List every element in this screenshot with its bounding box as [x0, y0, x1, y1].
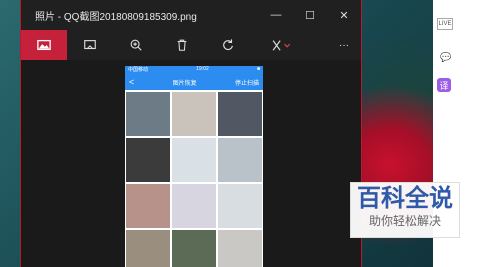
edit-icon: [272, 40, 291, 51]
phone-header: < 图片恢复 停止扫描: [125, 74, 263, 90]
status-battery: ■: [256, 66, 260, 72]
title-bar: 照片 - QQ截图20180809185309.png — ☐ ✕: [21, 0, 361, 30]
maximize-button[interactable]: ☐: [293, 0, 327, 30]
phone-header-action[interactable]: 停止扫描: [235, 78, 259, 87]
rotate-button[interactable]: [205, 30, 251, 60]
back-icon[interactable]: <: [129, 77, 134, 87]
photo-thumbnail[interactable]: [126, 230, 170, 267]
photo-thumbnail[interactable]: [218, 184, 262, 228]
delete-icon: [177, 39, 187, 51]
photo-thumbnail[interactable]: [172, 230, 216, 267]
slideshow-button[interactable]: [67, 30, 113, 60]
live-icon[interactable]: LIVE: [437, 18, 453, 30]
screenshot-phone: 中国移动 19:02 ■ < 图片恢复 停止扫描: [125, 66, 263, 267]
zoom-button[interactable]: [113, 30, 159, 60]
photo-thumbnail[interactable]: [218, 138, 262, 182]
photo-thumbnail[interactable]: [172, 138, 216, 182]
phone-status-bar: 中国移动 19:02 ■: [125, 66, 263, 74]
toolbar: ···: [21, 30, 361, 60]
delete-button[interactable]: [159, 30, 205, 60]
zoom-icon: [130, 39, 142, 51]
watermark: 百科全说 助你轻松解决: [350, 182, 460, 238]
image-viewer: 中国移动 19:02 ■ < 图片恢复 停止扫描: [21, 60, 361, 267]
translate-icon[interactable]: 译: [437, 78, 451, 92]
photo-thumbnail[interactable]: [126, 92, 170, 136]
slideshow-icon: [84, 40, 96, 50]
photo-thumbnail[interactable]: [126, 184, 170, 228]
edit-button[interactable]: [251, 30, 311, 60]
image-icon: [37, 39, 51, 51]
comment-icon[interactable]: 💬: [437, 48, 455, 66]
window-title: 照片 - QQ截图20180809185309.png: [35, 11, 197, 23]
minimize-button[interactable]: —: [259, 0, 293, 30]
phone-header-title: 图片恢复: [172, 80, 197, 87]
more-icon: ···: [339, 39, 349, 51]
photos-window: 照片 - QQ截图20180809185309.png — ☐ ✕ ··· 中国…: [20, 0, 362, 267]
more-button[interactable]: ···: [327, 30, 361, 60]
image-button[interactable]: [21, 30, 67, 60]
status-carrier: 中国移动: [128, 67, 149, 73]
photo-thumbnail[interactable]: [126, 138, 170, 182]
photo-grid: [125, 90, 263, 267]
photo-thumbnail[interactable]: [218, 230, 262, 267]
photo-thumbnail[interactable]: [172, 92, 216, 136]
watermark-title: 百科全说: [357, 184, 453, 212]
photo-thumbnail[interactable]: [218, 92, 262, 136]
watermark-subtitle: 助你轻松解决: [368, 214, 441, 228]
photo-thumbnail[interactable]: [172, 184, 216, 228]
close-button[interactable]: ✕: [327, 0, 361, 30]
rotate-icon: [223, 39, 233, 50]
status-time: 19:02: [196, 66, 209, 72]
